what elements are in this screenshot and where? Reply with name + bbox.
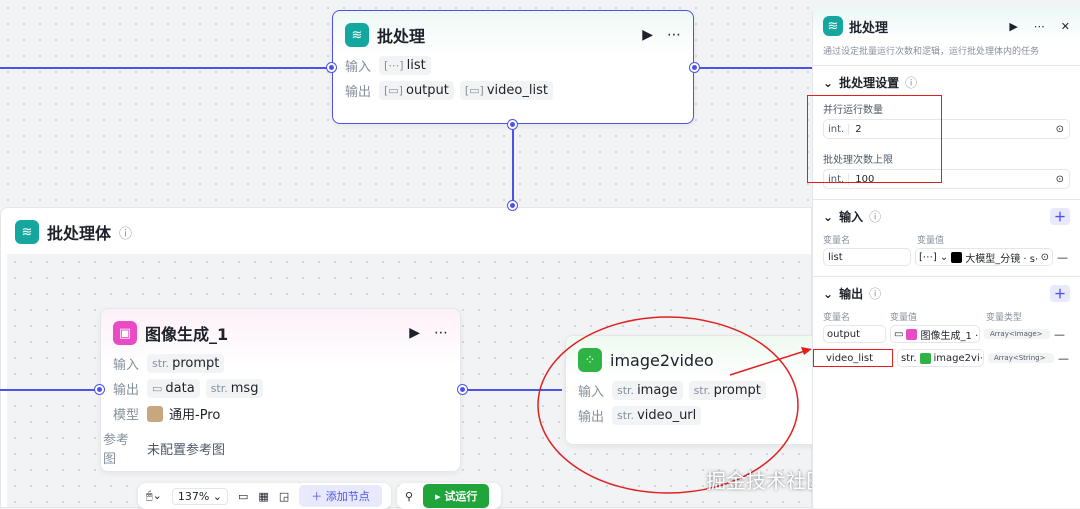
- column-header: 变量值: [890, 313, 918, 323]
- play-icon[interactable]: ▶: [1009, 20, 1017, 33]
- remove-icon[interactable]: —: [1054, 328, 1065, 341]
- minimap-icon[interactable]: ◲: [279, 490, 289, 503]
- input-section-header[interactable]: ⌄ 输入 ⓘ ＋: [813, 208, 1080, 225]
- canvas-toolbar: 🖱︎⌄ 137% ⌄ ▭ ▦ ◲ ＋ 添加节点: [138, 483, 391, 509]
- var-name-input[interactable]: list: [823, 248, 911, 266]
- var-type-badge[interactable]: Array<Image>: [984, 329, 1050, 339]
- column-header: 变量名: [823, 313, 851, 323]
- add-input-button[interactable]: ＋: [1049, 208, 1070, 225]
- column-header: 变量值: [917, 236, 945, 246]
- add-output-button[interactable]: ＋: [1049, 285, 1070, 302]
- input-row: list [⋯] ⌄ 大模型_分镜 · s⋯ ⊙ —: [813, 248, 1080, 266]
- panel-description: 通过设定批量运行次数和逻辑，运行批处理体内的任务: [813, 42, 1080, 66]
- annotation-box: [807, 95, 942, 183]
- var-value-select[interactable]: ▭图像生成_1 · c: [890, 325, 980, 343]
- layout-icon[interactable]: ▦: [258, 490, 268, 503]
- remove-icon[interactable]: —: [1058, 352, 1069, 365]
- layers-icon: ≋: [823, 16, 843, 36]
- var-type-badge[interactable]: Array<String>: [988, 353, 1054, 363]
- annotation-arrowhead: [801, 347, 812, 355]
- var-value-select[interactable]: str.image2vi⋯: [897, 349, 984, 367]
- more-icon[interactable]: ⋯: [1034, 20, 1045, 33]
- var-value-select[interactable]: [⋯] ⌄ 大模型_分镜 · s⋯ ⊙: [915, 248, 1053, 266]
- annotation-arrow: [729, 349, 809, 376]
- debug-icon[interactable]: ⚲: [405, 490, 413, 503]
- comment-icon[interactable]: ▭: [238, 490, 248, 503]
- output-row: video_list str.image2vi⋯ Array<String> —: [813, 349, 1080, 367]
- mouse-icon[interactable]: 🖱︎⌄: [146, 489, 162, 503]
- output-section-header[interactable]: ⌄ 输出 ⓘ ＋: [813, 285, 1080, 302]
- column-header: 变量类型: [986, 313, 1023, 323]
- run-toolbar: ⚲ ▸ 试运行: [397, 483, 501, 509]
- column-header: 变量名: [823, 236, 851, 246]
- panel-title: 批处理: [849, 20, 889, 36]
- close-icon[interactable]: ✕: [1061, 20, 1070, 33]
- var-name-input[interactable]: output: [823, 325, 886, 343]
- test-run-button[interactable]: ▸ 试运行: [423, 484, 490, 508]
- output-row: output ▭图像生成_1 · c Array<Image> —: [813, 325, 1080, 343]
- batch-settings-panel: ≋ 批处理 ▶ ⋯ ✕ 通过设定批量运行次数和逻辑，运行批处理体内的任务 ⌄ 批处理…: [812, 6, 1080, 508]
- add-node-button[interactable]: ＋ 添加节点: [299, 485, 382, 507]
- settings-section-header[interactable]: ⌄ 批处理设置 ⓘ: [813, 74, 1080, 91]
- var-name-input[interactable]: video_list: [813, 349, 893, 367]
- remove-icon[interactable]: —: [1057, 251, 1068, 264]
- zoom-select[interactable]: 137% ⌄: [171, 487, 228, 505]
